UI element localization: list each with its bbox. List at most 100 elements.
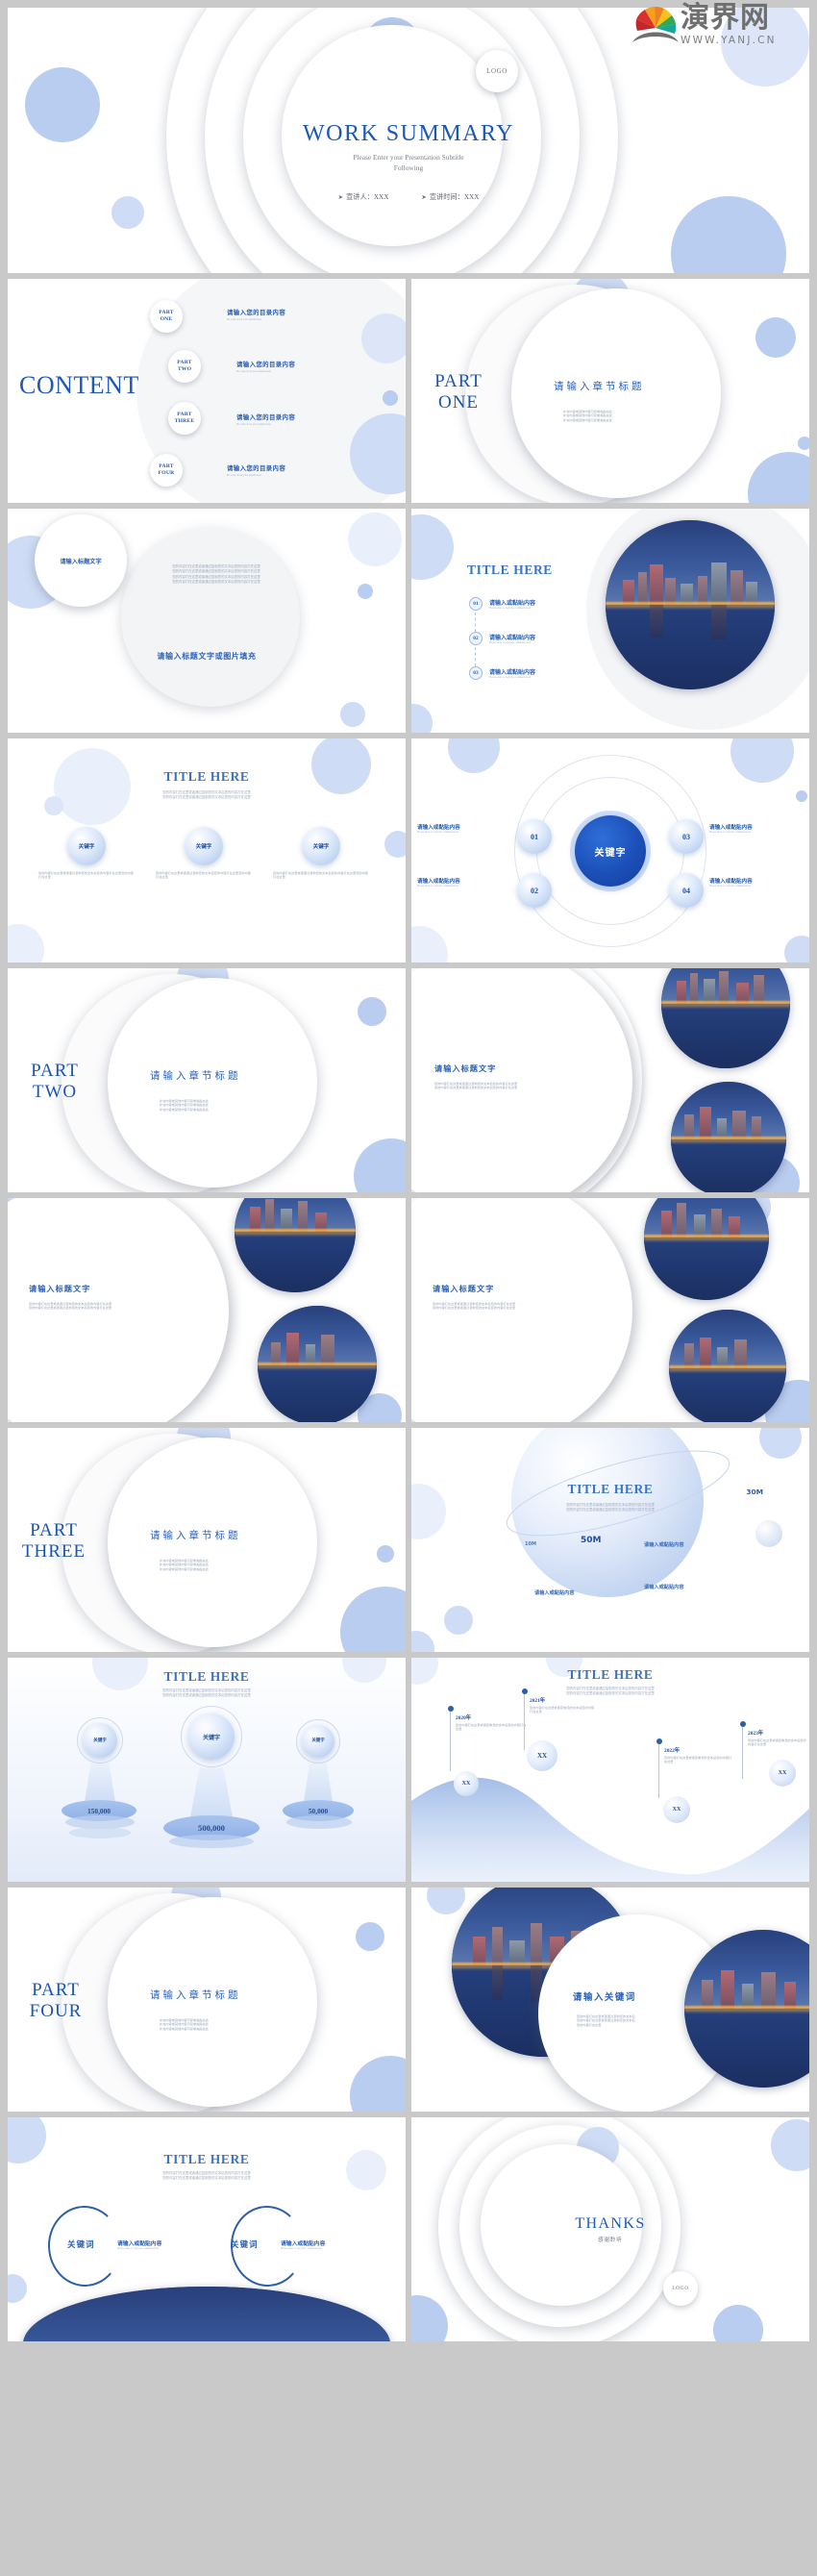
stat-10m: 10M [525,1541,536,1547]
title-list-heading: TITLE HERE [467,563,553,577]
slide-two-arcs[interactable]: TITLE HERE 您的内容打在这里或者通过复制您的文本后您的内容打在这里 您… [8,2117,406,2341]
orbit-node-04[interactable]: 04 [669,873,704,908]
bubble-column-1[interactable]: 关键字 您的内容打在这里或者通过复制您的文本后您的内容打在这里您的内容打在这里 [35,827,138,880]
two-arcs-subtitle: 您的内容打在这里或者通过复制您的文本后您的内容打在这里 您的内容打在这里或者通过… [162,2171,251,2181]
orbit-label-01: 请输入或黏贴内容 Please enter or copy the commen… [417,825,460,834]
slide-thanks[interactable]: THANKS 感谢聆听 LOGO [411,2117,809,2341]
timeline-entry-2020[interactable]: 2020年 您的内容打在这里或者复制您的文本后您的内容打在这里 [456,1713,527,1732]
city-photo-3-top [644,1198,769,1300]
three-bubbles-subtitle: 您的内容打在这里或者通过复制您的文本后您的内容打在这里 您的内容打在这里或者通过… [162,790,251,800]
thanks-title: THANKS [575,2215,646,2232]
timeline-subtitle: 您的内容打在这里或者通过复制您的文本后您的内容打在这里 您的内容打在这里或者通过… [566,1687,655,1696]
orbit-node-03[interactable]: 03 [669,819,704,854]
podium-title: TITLE HERE [163,1669,250,1684]
slide-photo-right-3[interactable]: 请输入标题文字 您的内容打在这里或者通过复制您的文本后您的内容打在这里 您的内容… [411,1198,809,1422]
slide-part-two[interactable]: PART TWO 请输入章节标题 补充内容或其他内容可复制黏贴在此 补充内容或其… [8,968,406,1192]
stat-50m: 50M [581,1536,602,1545]
part-three-body: 补充内容或其他内容可复制黏贴在此 补充内容或其他内容可复制黏贴在此 补充内容或其… [160,1559,210,1571]
timeline-entry-2023[interactable]: 2023年 您的内容打在这里或者复制您的文本后您的内容打在这里 [748,1729,807,1747]
cover-subtitle-line2: Following [393,163,424,173]
text-circle-bubble[interactable]: 请输入标题文字 [35,514,127,607]
city-photo-top [661,968,790,1068]
podium-keyword-1: 关键字 [83,1723,117,1758]
watermark-brand: 演界网 [681,1,770,35]
podium-keyword-3: 关键字 [302,1725,334,1758]
podium-subtitle: 您的内容打在这里或者通过复制您的文本后您的内容打在这里 您的内容打在这里或者通过… [162,1688,251,1698]
slide-content[interactable]: CONTENT PART ONE 请输入您的目录内容 Pls write dow… [8,279,406,503]
planet-caption-2: 请输入或黏贴内容 [644,1585,684,1590]
cover-datetime: ➤ 宣讲时间：XXX [421,192,480,202]
city-photo-2-bottom [258,1306,377,1422]
slide-podium-chart[interactable]: TITLE HERE 您的内容打在这里或者通过复制您的文本后您的内容打在这里 您… [8,1658,406,1882]
keyword-photo-body: 您的内容打在这里或者通过复制您的文本后 您的内容打在这里或者通过复制您的文本后 … [577,2014,635,2027]
slide-part-three[interactable]: PART THREE 请输入章节标题 补充内容或其他内容可复制黏贴在此 补充内容… [8,1428,406,1652]
slide-part-one[interactable]: PART ONE 请输入章节标题 补充内容或其他内容可复制黏贴在此 补充内容或其… [411,279,809,503]
timeline-point-2023: XX [769,1760,796,1787]
slide-keyword-photo[interactable]: 请输入关键词 您的内容打在这里或者通过复制您的文本后 您的内容打在这里或者通过复… [411,1888,809,2112]
keyword-city-photo-right [684,1930,809,2088]
toc-item-three[interactable]: 请输入您的目录内容 Pls write down your subtitle h… [236,413,295,426]
podium-keyword-2: 关键字 [188,1713,235,1760]
timeline-point-2020: XX [454,1771,479,1796]
numbered-item-01[interactable]: 01 请输入或黏贴内容 Please enter or copy the com… [469,597,535,611]
text-circle-caption: 请输入标题文字或图片填充 [157,652,257,661]
orbit-center-keyword: 关键字 [575,815,646,887]
arc-text-1[interactable]: 请输入或黏贴内容 Please enter or copy the commen… [117,2238,208,2250]
orbit-ring-svg [506,1450,730,1537]
keyword-photo-title: 请输入关键词 [573,1992,636,2003]
slide-title-list-photo[interactable]: TITLE HERE 01 请输入或黏贴内容 Please enter or c… [411,509,809,733]
orbit-label-03: 请输入或黏贴内容 Please enter or copy the commen… [709,825,753,834]
slide-orbit-keyword[interactable]: 关键字 01 请输入或黏贴内容 Please enter or copy the… [411,738,809,963]
toc-item-one[interactable]: 请输入您的目录内容 Pls write down your subtitle h… [227,308,285,321]
photo-right-3-title: 请输入标题文字 [433,1284,495,1293]
cover-logo-badge[interactable]: LOGO [476,50,518,92]
photo-right-1-title: 请输入标题文字 [434,1063,497,1073]
part-two-body: 补充内容或其他内容可复制黏贴在此 补充内容或其他内容可复制黏贴在此 补充内容或其… [160,1099,210,1112]
part-chip-two[interactable]: PART TWO [168,350,201,383]
timeline-dot-2022 [656,1738,662,1744]
arc-text-2[interactable]: 请输入或黏贴内容 Please enter or copy the commen… [281,2238,371,2250]
part-two-label: PART TWO [31,1061,79,1102]
toc-item-two[interactable]: 请输入您的目录内容 Pls write down your subtitle h… [236,360,295,373]
bubble-keyword-2: 关键字 [185,827,223,865]
part-one-label: PART ONE [434,371,483,413]
slide-three-bubbles[interactable]: TITLE HERE 您的内容打在这里或者通过复制您的文本后您的内容打在这里 您… [8,738,406,963]
city-photo [606,520,775,689]
thanks-logo-badge[interactable]: LOGO [663,2271,698,2306]
timeline-entry-2021[interactable]: 2021年 您的内容打在这里或者复制您的文本后您的内容打在这里 [530,1696,597,1714]
cover-title: WORK SUMMARY [302,121,515,146]
slide-text-circle[interactable]: 请输入标题文字 您的内容打在这里或者通过复制您的文本后您的内容打在这里 您的内容… [8,509,406,733]
part-chip-four[interactable]: PART FOUR [150,454,183,487]
slide-planet-stats[interactable]: TITLE HERE 您的内容打在这里或者通过复制您的文本后您的内容打在这里 您… [411,1428,809,1652]
watermark-url: WWW.YANJ.CN [681,35,777,46]
two-arcs-skyline [23,2287,390,2341]
city-photo-2-top [235,1198,356,1292]
timeline-point-2021: XX [527,1740,557,1771]
numbered-item-03[interactable]: 03 请输入或黏贴内容 Please enter or copy the com… [469,666,535,680]
timeline-entry-2022[interactable]: 2022年 您的内容打在这里或者复制您的文本后您的内容打在这里 [664,1746,733,1764]
photo-right-3-body: 您的内容打在这里或者通过复制您的文本后您的内容打在这里 您的内容打在这里或者通过… [433,1302,516,1311]
numbered-item-02[interactable]: 02 请输入或黏贴内容 Please enter or copy the com… [469,632,535,645]
bubble-column-3[interactable]: 关键字 您的内容打在这里或者通过复制您的文本后您的内容打在这里您的内容打在这里 [269,827,373,880]
part-chip-one[interactable]: PART ONE [150,300,183,333]
slide-timeline-chart[interactable]: TITLE HERE 您的内容打在这里或者通过复制您的文本后您的内容打在这里 您… [411,1658,809,1882]
slide-part-four[interactable]: PART FOUR 请输入章节标题 补充内容或其他内容可复制黏贴在此 补充内容或… [8,1888,406,2112]
slide-photo-right-2[interactable]: 请输入标题文字 您的内容打在这里或者通过复制您的文本后您的内容打在这里 您的内容… [8,1198,406,1422]
slide-photo-right-1[interactable]: 请输入标题文字 您的内容打在这里或者通过复制您的文本后您的内容打在这里 您的内容… [411,968,809,1192]
arc-keyword-1: 关键词 [67,2239,95,2249]
ppt-template-preview: 演界网 WWW.YANJ.CN LOGO WORK SUMMARY Please… [0,0,817,2576]
timeline-dot-2023 [740,1721,746,1727]
bubble-column-2[interactable]: 关键字 您的内容打在这里或者通过复制您的文本后您的内容打在这里您的内容打在这里 [152,827,256,880]
bullet-arrow-icon: ➤ [337,194,344,202]
cover-logo-text: LOGO [486,67,508,75]
part-one-section-title: 请输入章节标题 [554,381,645,392]
part-four-body: 补充内容或其他内容可复制黏贴在此 补充内容或其他内容可复制黏贴在此 补充内容或其… [160,2018,210,2031]
planet-caption-1: 请输入或黏贴内容 [534,1590,575,1596]
bullet-arrow-icon-2: ➤ [421,194,427,202]
city-photo-3-bottom [669,1310,786,1422]
orbit-node-02[interactable]: 02 [517,873,552,908]
orbit-node-01[interactable]: 01 [517,819,552,854]
toc-item-four[interactable]: 请输入您的目录内容 Pls write down your subtitle h… [227,463,285,477]
cover-speaker: ➤ 宣讲人：XXX [337,192,389,202]
part-chip-three[interactable]: PART THREE [168,402,201,435]
